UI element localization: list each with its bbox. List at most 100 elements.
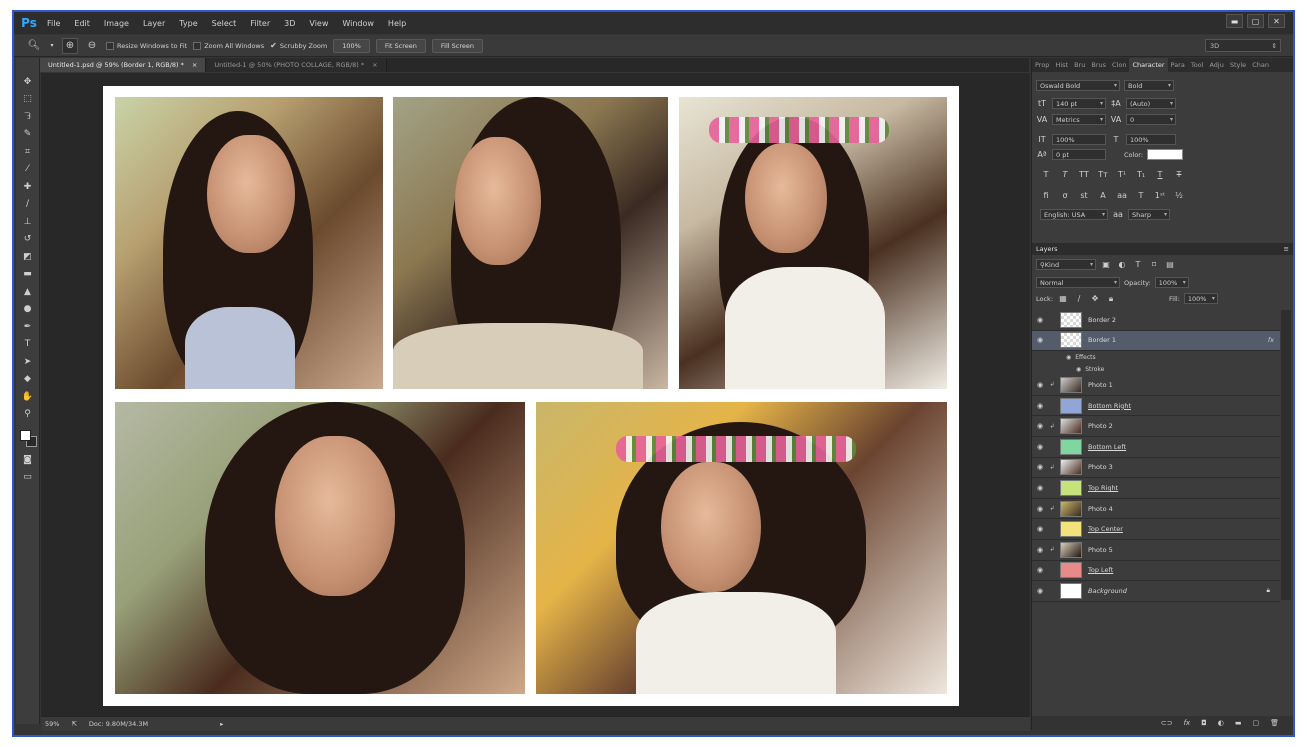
ornament-icon[interactable]: T: [1135, 191, 1147, 200]
gradient-tool-icon[interactable]: ▬: [19, 267, 37, 283]
workspace-select[interactable]: 3D ⇕: [1205, 39, 1281, 52]
visibility-eye-icon[interactable]: ◉: [1032, 505, 1048, 513]
scrubby-zoom-checkbox[interactable]: ✔ Scrubby Zoom: [270, 41, 327, 50]
shape-tool-icon[interactable]: ◆: [19, 372, 37, 388]
tab-brushes[interactable]: Brus: [1088, 58, 1109, 72]
menu-view[interactable]: View: [302, 19, 335, 28]
close-icon[interactable]: ×: [372, 61, 377, 69]
collage-photo-bottom-left[interactable]: [115, 402, 525, 694]
layer-row-border-1[interactable]: ◉ Border 1 fx: [1032, 330, 1280, 352]
faux-bold-icon[interactable]: T: [1040, 170, 1052, 179]
layer-row-photo-1[interactable]: ◉ ↲ Photo 1: [1032, 375, 1280, 396]
collage-photo-bottom-right[interactable]: [536, 402, 947, 694]
zoom-tool-icon[interactable]: ⚲: [19, 407, 37, 423]
menu-image[interactable]: Image: [97, 19, 136, 28]
pen-tool-icon[interactable]: ✒: [19, 319, 37, 335]
layers-panel-header[interactable]: Layers ≡: [1032, 243, 1293, 255]
brush-tool-icon[interactable]: ∕: [19, 197, 37, 213]
delete-layer-icon[interactable]: 🗑︎: [1270, 719, 1279, 727]
all-caps-icon[interactable]: TT: [1078, 170, 1090, 179]
faux-italic-icon[interactable]: T: [1059, 170, 1071, 179]
layer-filter-select[interactable]: ⚲ Kind: [1036, 259, 1096, 270]
marquee-tool-icon[interactable]: ⬚: [19, 92, 37, 108]
fill-screen-button[interactable]: Fill Screen: [431, 38, 483, 53]
titling-alt-icon[interactable]: aa: [1116, 191, 1128, 200]
visibility-eye-icon[interactable]: ◉: [1032, 402, 1048, 410]
adjustment-filter-icon[interactable]: ◐: [1116, 260, 1128, 269]
opacity-field[interactable]: 100%: [1154, 277, 1189, 288]
tab-styles[interactable]: Style: [1227, 58, 1249, 72]
layer-row-photo-3[interactable]: ◉ ↲ Photo 3: [1032, 458, 1280, 479]
new-adjustment-icon[interactable]: ◐: [1218, 719, 1224, 727]
visibility-eye-icon[interactable]: ◉: [1032, 336, 1048, 344]
baseline-shift-field[interactable]: 0 pt: [1052, 149, 1106, 160]
blur-tool-icon[interactable]: ▲: [19, 284, 37, 300]
tab-adjustments[interactable]: Adju: [1206, 58, 1226, 72]
menu-3d[interactable]: 3D: [277, 19, 302, 28]
stylistic-alt-icon[interactable]: A: [1097, 191, 1109, 200]
font-size-field[interactable]: 140 pt: [1052, 98, 1106, 109]
menu-file[interactable]: File: [40, 19, 67, 28]
canvas-area[interactable]: [41, 73, 1030, 716]
collage-photo-top-center[interactable]: [393, 97, 668, 389]
antialias-select[interactable]: Sharp: [1128, 209, 1170, 220]
smart-filter-icon[interactable]: ▤: [1164, 260, 1176, 269]
tab-channels[interactable]: Chan: [1249, 58, 1272, 72]
layer-row-bottom-right[interactable]: ◉ Bottom Right: [1032, 396, 1280, 417]
fx-icon[interactable]: fx: [1268, 336, 1274, 344]
close-icon[interactable]: ×: [192, 61, 197, 69]
healing-brush-icon[interactable]: ✚: [19, 179, 37, 195]
tab-character[interactable]: Character: [1129, 58, 1168, 72]
crop-tool-icon[interactable]: ⌗: [19, 144, 37, 160]
tab-tool-presets[interactable]: Tool: [1188, 58, 1207, 72]
layer-row-photo-2[interactable]: ◉ ↲ Photo 2: [1032, 416, 1280, 437]
menu-type[interactable]: Type: [172, 19, 204, 28]
color-swatches[interactable]: [18, 428, 38, 450]
add-style-icon[interactable]: fx: [1184, 719, 1191, 727]
font-family-select[interactable]: Oswald Bold: [1036, 80, 1120, 91]
ligature-icon[interactable]: fi: [1040, 191, 1052, 200]
strikethrough-icon[interactable]: T: [1173, 170, 1185, 179]
new-group-icon[interactable]: ▬: [1235, 719, 1242, 727]
layer-row-photo-5[interactable]: ◉ ↲ Photo 5: [1032, 540, 1280, 561]
leading-field[interactable]: (Auto): [1126, 98, 1176, 109]
hand-tool-icon[interactable]: ✋: [19, 389, 37, 405]
layer-row-border-2[interactable]: ◉ Border 2: [1032, 310, 1280, 331]
layer-row-top-right[interactable]: ◉ Top Right: [1032, 478, 1280, 499]
path-select-icon[interactable]: ➤: [19, 354, 37, 370]
font-style-select[interactable]: Bold: [1124, 80, 1174, 91]
menu-filter[interactable]: Filter: [243, 19, 277, 28]
type-filter-icon[interactable]: T: [1132, 260, 1144, 269]
shape-filter-icon[interactable]: ⌑: [1148, 260, 1160, 269]
add-mask-icon[interactable]: ◘: [1201, 719, 1207, 727]
eyedropper-tool-icon[interactable]: ⁄: [19, 162, 37, 178]
history-brush-icon[interactable]: ↺: [19, 232, 37, 248]
visibility-eye-icon[interactable]: ◉: [1032, 422, 1048, 430]
lock-position-icon[interactable]: ✥: [1089, 294, 1101, 303]
eraser-tool-icon[interactable]: ◩: [19, 249, 37, 265]
underline-icon[interactable]: T: [1154, 170, 1166, 179]
stroke-effect-row[interactable]: ◉ Stroke: [1032, 363, 1280, 375]
lasso-tool-icon[interactable]: ᘊ: [19, 109, 37, 125]
collage-photo-top-right[interactable]: [679, 97, 947, 389]
screen-mode-icon[interactable]: ▭: [19, 470, 37, 486]
lock-transparent-icon[interactable]: ▦: [1057, 294, 1069, 303]
text-color-swatch[interactable]: [1147, 149, 1184, 160]
visibility-eye-icon[interactable]: ◉: [1032, 484, 1048, 492]
horizontal-scale-field[interactable]: 100%: [1126, 134, 1176, 145]
layer-row-top-center[interactable]: ◉ Top Center: [1032, 519, 1280, 540]
zoom-in-icon[interactable]: ⊕: [62, 37, 78, 54]
language-select[interactable]: English: USA: [1040, 209, 1108, 220]
visibility-eye-icon[interactable]: ◉: [1032, 443, 1048, 451]
dodge-tool-icon[interactable]: ●: [19, 302, 37, 318]
visibility-eye-icon[interactable]: ◉: [1032, 463, 1048, 471]
ordinal-icon[interactable]: 1ˢᵗ: [1154, 191, 1166, 200]
blend-mode-select[interactable]: Normal: [1036, 277, 1120, 288]
layer-row-photo-4[interactable]: ◉ ↲ Photo 4: [1032, 499, 1280, 520]
tab-brush[interactable]: Bru: [1071, 58, 1088, 72]
fit-screen-button[interactable]: Fit Screen: [375, 38, 426, 53]
menu-window[interactable]: Window: [335, 19, 381, 28]
menu-select[interactable]: Select: [205, 19, 244, 28]
maximize-icon[interactable]: ▢: [1247, 14, 1264, 28]
kerning-field[interactable]: Metrics: [1052, 114, 1106, 125]
